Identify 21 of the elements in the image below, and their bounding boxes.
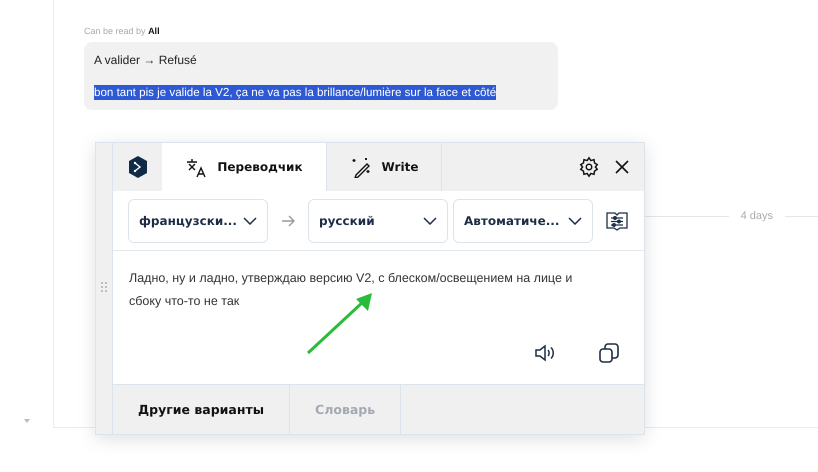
chevron-down-icon	[423, 216, 437, 224]
close-button[interactable]	[614, 159, 630, 175]
comment-text: bon tant pis je valide la V2, ça ne va pas la brillance/lumière sur la face et côté	[94, 85, 496, 100]
tab[interactable]: Переводчик	[162, 143, 327, 191]
translation-text: Ладно, ну и ладно, утверждаю версию V2, с блеском/освещением на лице и сбоку что-то не так	[128, 270, 574, 310]
copy-button[interactable]	[598, 342, 620, 364]
translate-icon	[185, 156, 208, 178]
chevron-down-icon	[243, 216, 257, 224]
source-language-select[interactable]: французски...	[128, 198, 268, 242]
settings-button[interactable]	[578, 156, 600, 178]
time-label: 4 days	[740, 210, 773, 222]
logo-icon	[128, 156, 148, 178]
glossary-icon[interactable]	[606, 210, 628, 230]
speaker-button[interactable]	[534, 342, 556, 364]
chevron-down-icon	[568, 216, 582, 224]
visibility-note: Can be read by All	[84, 26, 161, 36]
status-change-text: A valider → Refusé	[94, 53, 198, 67]
magic-pen-icon	[350, 156, 372, 178]
formality-select[interactable]: Автоматиче...	[453, 198, 593, 242]
drag-handle-icon[interactable]	[101, 282, 107, 292]
target-language-select[interactable]: русский	[308, 198, 448, 242]
